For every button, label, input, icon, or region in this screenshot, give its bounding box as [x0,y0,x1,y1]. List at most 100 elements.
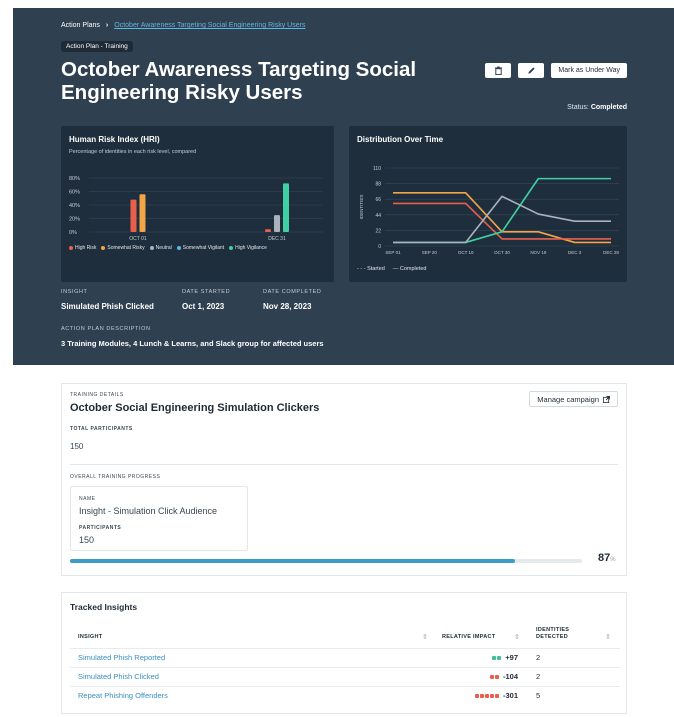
impact-dot [494,675,499,679]
plan-type-tag: Action Plan - Training [61,41,133,52]
date-started-value: Oct 1, 2023 [182,302,225,311]
identities-detected: 2 [536,653,541,662]
distribution-line-chart: 110 88 66 44 22 0 IDENTITIES SEP 01 SEP 20 OCT 10… [359,166,619,255]
divider [70,686,620,687]
impact-value: -301 [502,691,518,700]
legend-dot [101,245,106,250]
x-tick-label: OCT 10 [458,250,474,255]
status-text: Status: Completed [567,104,627,111]
distribution-legend: - - - Started — Completed [357,266,426,272]
legend-completed: — Completed [392,266,427,272]
y-tick-label: 66 [375,197,381,203]
x-tick-label: SEP 20 [422,250,438,255]
y-tick-label: 20% [69,217,80,223]
bar-high-vigilance [283,183,289,232]
y-tick-label: 0% [69,230,77,236]
insight-link[interactable]: Simulated Phish Clicked [78,672,159,681]
column-insight[interactable]: INSIGHT [78,634,102,641]
y-tick-label: 40% [69,203,80,209]
series-line-0 [393,192,611,244]
impact-dot [484,694,489,698]
mark-under-way-button[interactable]: Mark as Under Way [551,63,627,78]
impact-value: +97 [505,653,518,662]
audience-name-label: NAME [79,496,96,502]
y-tick-label: 110 [373,166,381,172]
tracked-insights-card: Tracked Insights INSIGHT ⇳ RELATIVE IMPA… [61,592,627,714]
impact-dot [479,694,484,698]
training-progress-bar [70,559,582,563]
legend-item: High Vigilance [229,245,267,251]
relative-impact: -301 [474,691,518,700]
header-actions: Mark as Under Way [485,63,627,78]
series-line-2 [393,177,611,244]
impact-dots [474,691,499,700]
bar-neutral [274,215,280,232]
tracked-insights-title: Tracked Insights [70,602,138,612]
y-tick-label: 22 [375,228,381,234]
impact-dot [492,656,497,660]
identities-detected: 2 [536,672,541,681]
x-tick-label: OCT 01 [129,236,147,242]
legend-dot [176,245,181,250]
edit-button[interactable] [518,63,545,78]
sort-icon[interactable]: ⇳ [422,633,428,641]
training-progress-value: 87% [598,552,616,564]
legend-item: High Risk [69,245,96,251]
hri-bar-chart: 80% 60% 40% 20% 0% OCT 01 DEC 31 [69,176,323,242]
insight-link[interactable]: Simulated Phish Reported [78,653,165,662]
breadcrumb: Action Plans › October Awareness Targeti… [61,22,305,29]
distribution-chart-card: Distribution Over Time 110 88 66 44 22 0 IDENT… [349,126,627,282]
column-identities-detected[interactable]: IDENTITIES DETECTED [536,627,569,641]
training-title: October Social Engineering Simulation Cl… [70,402,320,414]
impact-dot [489,675,494,679]
legend-item: Somewhat Vigilant [176,245,224,251]
identities-detected: 5 [536,691,541,700]
action-plan-header: Action Plans › October Awareness Targeti… [13,8,674,365]
total-participants-value: 150 [70,442,84,451]
insight-label: INSIGHT [61,289,88,295]
delete-button[interactable] [485,63,512,78]
date-completed-label: DATE COMPLETED [263,289,322,295]
sort-icon[interactable]: ⇳ [605,633,611,641]
status-value: Completed [590,104,627,111]
y-tick-label: 60% [69,190,80,196]
divider [70,667,620,668]
hri-chart-card: Human Risk Index (HRI) Percentage of ide… [61,126,334,282]
legend-item: Somewhat Risky [101,245,145,251]
divider [70,648,620,649]
external-link-icon [603,395,610,403]
page-title: October Awareness Targeting Social Engin… [61,58,417,104]
impact-dot [497,656,502,660]
trash-icon [494,66,503,75]
insight-value: Simulated Phish Clicked [61,302,154,311]
audience-box: NAME Insight - Simulation Click Audience… [70,486,248,551]
manage-campaign-button[interactable]: Manage campaign [529,391,618,407]
date-started-label: DATE STARTED [182,289,231,295]
audience-participants: 150 [79,535,95,545]
legend-item: Neutral [149,245,172,251]
legend-dot [69,245,73,250]
description-label: ACTION PLAN DESCRIPTION [61,326,151,332]
training-section-label: TRAINING DETAILS [70,392,124,398]
overall-progress-label: OVERALL TRAINING PROGRESS [70,474,161,480]
impact-dots [491,653,502,662]
x-tick-label: OCT 30 [494,250,510,255]
x-tick-label: DEC 31 [268,236,286,242]
x-tick-label: DEC 28 [603,250,619,255]
insight-link[interactable]: Repeat Phishing Offenders [78,691,168,700]
relative-impact: +97 [491,653,518,662]
column-relative-impact[interactable]: RELATIVE IMPACT [442,634,496,641]
legend-dot [149,245,154,250]
audience-name: Insight - Simulation Click Audience [79,506,218,516]
training-details-card: TRAINING DETAILS October Social Engineer… [61,383,627,576]
impact-dot [489,694,494,698]
pencil-icon [528,67,535,74]
divider [70,464,618,465]
breadcrumb-root[interactable]: Action Plans [61,22,100,29]
relative-impact: -104 [489,672,518,681]
breadcrumb-current[interactable]: October Awareness Targeting Social Engin… [114,22,305,29]
legend-started: - - - Started [357,266,385,272]
x-tick-label: NOV 19 [530,250,547,255]
sort-icon[interactable]: ⇳ [514,633,520,641]
y-axis-label: IDENTITIES [359,195,364,220]
